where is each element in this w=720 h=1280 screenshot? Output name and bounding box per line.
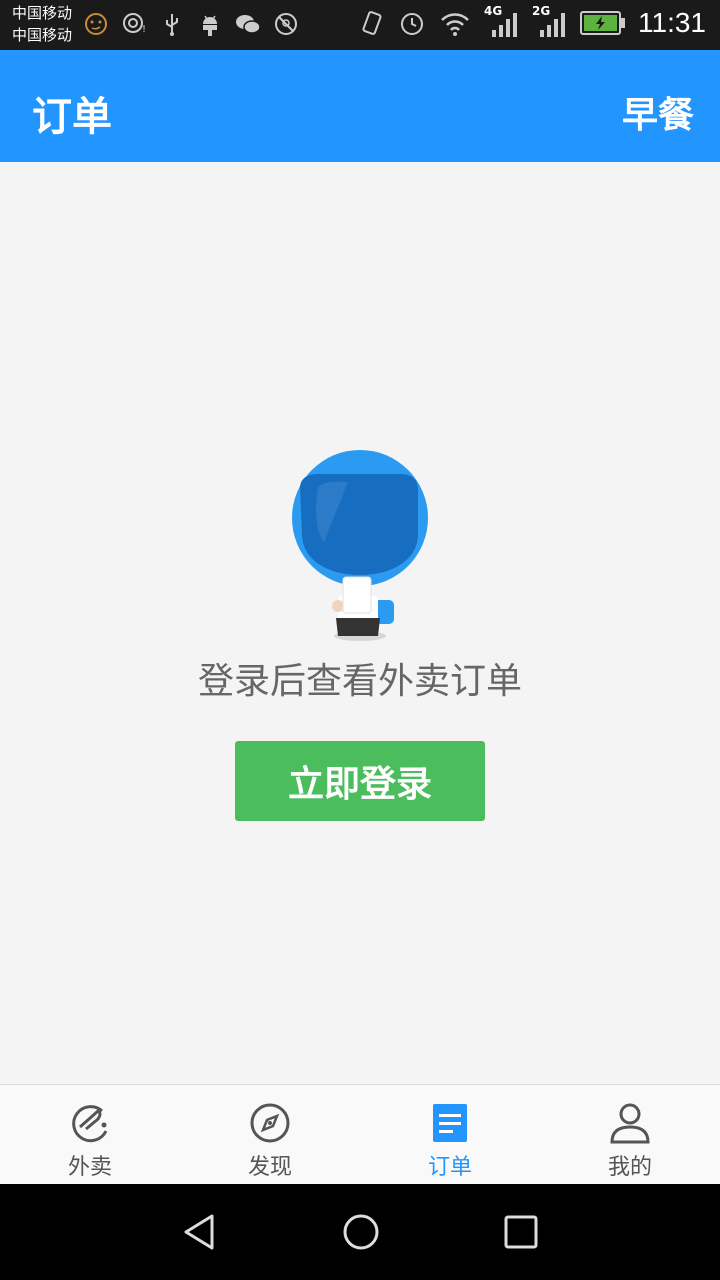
tab-profile[interactable]: 我的 xyxy=(540,1085,720,1184)
carrier-info: 中国移动 中国移动 xyxy=(12,2,72,46)
status-bar: 中国移动 中国移动 ! 4G 2G 11:31 xyxy=(0,0,720,50)
svg-text:!: ! xyxy=(142,24,146,35)
no-location-icon xyxy=(275,13,297,35)
location-target-icon: ! xyxy=(123,13,146,35)
tab-label: 外卖 xyxy=(67,1155,112,1180)
person-icon xyxy=(610,1103,650,1144)
tab-label: 订单 xyxy=(427,1155,472,1180)
app-header: 订单 早餐 xyxy=(0,50,720,162)
face-icon xyxy=(85,13,107,35)
compass-icon xyxy=(250,1103,290,1143)
page-title: 订单 xyxy=(32,94,112,140)
mascot-icon xyxy=(292,450,428,641)
carrier-label-2: 中国移动 xyxy=(12,26,73,44)
signal-1-container: 4G xyxy=(484,4,520,40)
home-icon[interactable] xyxy=(339,1210,383,1254)
eleme-logo-icon xyxy=(72,1105,108,1143)
empty-state-message: 登录后查看外卖订单 xyxy=(197,661,522,702)
signal-icon xyxy=(540,13,565,37)
tab-discover[interactable]: 发现 xyxy=(180,1085,360,1184)
signal-2-container: 2G xyxy=(532,4,568,40)
clock: 11:31 xyxy=(638,7,706,38)
tab-takeout[interactable]: 外卖 xyxy=(0,1085,180,1184)
tab-orders[interactable]: 订单 xyxy=(360,1085,540,1184)
battery-charging-icon xyxy=(580,11,625,35)
system-status-icons: 4G 2G 11:31 xyxy=(358,4,706,40)
login-button[interactable]: 立即登录 xyxy=(235,741,485,821)
system-nav-bar xyxy=(0,1184,720,1280)
usb-icon xyxy=(166,14,178,36)
carrier-label-1: 中国移动 xyxy=(12,4,73,22)
android-icon xyxy=(203,15,217,36)
tab-label: 我的 xyxy=(607,1155,652,1180)
tab-label: 发现 xyxy=(247,1155,292,1180)
recents-icon[interactable] xyxy=(499,1210,543,1254)
wifi-icon xyxy=(441,13,469,36)
notification-icons: ! xyxy=(82,10,300,38)
bottom-tab-bar: 外卖 发现 订单 我的 xyxy=(0,1084,720,1184)
signal-icon xyxy=(492,13,517,37)
order-list-icon xyxy=(433,1104,467,1142)
breakfast-button[interactable]: 早餐 xyxy=(622,86,694,138)
alarm-icon xyxy=(401,13,423,35)
back-icon[interactable] xyxy=(178,1210,222,1254)
vibrate-icon xyxy=(362,11,382,35)
wechat-icon xyxy=(236,15,261,34)
